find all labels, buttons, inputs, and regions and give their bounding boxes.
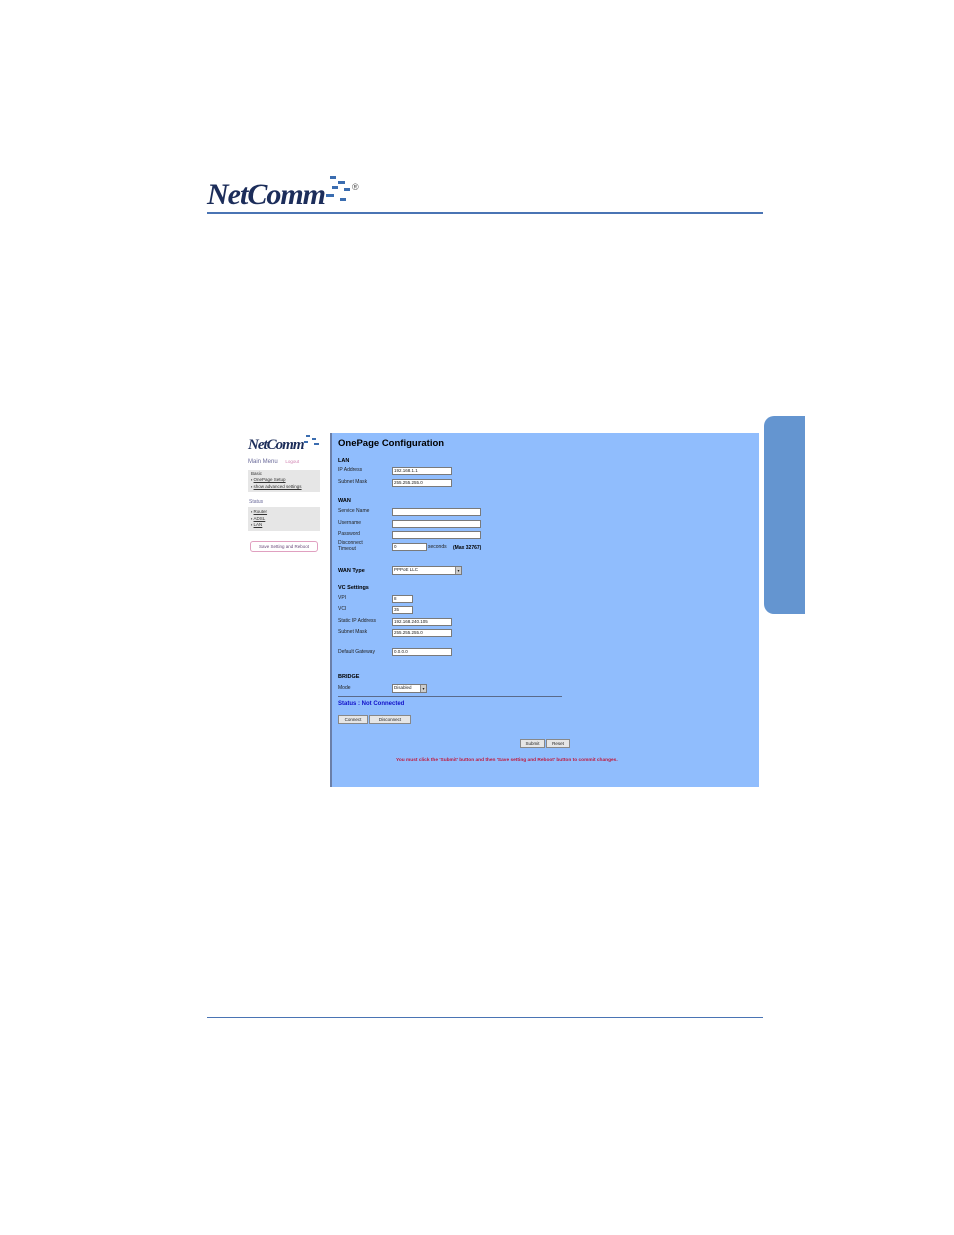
netcomm-logo: NetComm xyxy=(207,178,326,211)
service-name-input[interactable] xyxy=(392,508,481,516)
lan-ip-label: IP Address xyxy=(338,467,363,473)
nav-item-lan[interactable]: LAN xyxy=(251,522,320,529)
seconds-text: seconds xyxy=(428,544,447,550)
vpi-label: VPI xyxy=(338,595,347,601)
connect-button[interactable]: Connect xyxy=(338,715,368,724)
submit-button[interactable]: Submit xyxy=(520,739,545,748)
default-gateway-input[interactable]: 0.0.0.0 xyxy=(392,648,452,656)
save-and-reboot-button[interactable]: Save Setting and Reboot xyxy=(250,541,318,552)
reset-button[interactable]: Reset xyxy=(546,739,570,748)
bridge-mode-select[interactable]: Disabled ▾ xyxy=(392,684,427,693)
chapter-side-tab xyxy=(764,416,805,614)
status-menu-heading: Status xyxy=(249,499,264,505)
username-label: Username xyxy=(338,520,362,526)
lan-heading: LAN xyxy=(338,458,350,464)
section-divider xyxy=(338,696,562,697)
vc-settings-heading: VC Settings xyxy=(338,585,369,591)
max-timeout-note: (Max 32767) xyxy=(453,545,482,551)
wan-heading: WAN xyxy=(338,498,351,504)
logout-link[interactable]: Logout xyxy=(285,459,299,464)
username-input[interactable] xyxy=(392,520,481,528)
password-input[interactable] xyxy=(392,531,481,539)
service-name-label: Service Name xyxy=(338,508,370,514)
lan-ip-input[interactable]: 192.168.1.1 xyxy=(392,467,452,475)
basic-menu-header: Basic xyxy=(251,471,263,476)
static-ip-label: Static IP Address xyxy=(338,618,376,624)
router-nav-panel: NetComm Main Menu Logout Basic OnePage S… xyxy=(246,433,330,787)
nav-item-show-advanced[interactable]: show advanced settings xyxy=(251,484,320,491)
nav-logo-dots-graphic xyxy=(302,435,322,445)
wan-type-select[interactable]: PPPoE LLC ▾ xyxy=(392,566,462,575)
main-menu-heading: Main Menu Logout xyxy=(248,459,299,465)
vc-mask-label: Subnet Mask xyxy=(338,629,368,635)
bridge-mode-value: Disabled xyxy=(394,685,412,690)
password-label: Password xyxy=(338,531,360,537)
commit-changes-warning: You must click the 'Submit' button and t… xyxy=(396,758,618,763)
static-ip-input[interactable]: 192.168.240.105 xyxy=(392,618,452,626)
chevron-down-icon: ▾ xyxy=(455,567,461,574)
footer-rule xyxy=(207,1017,763,1018)
vci-label: VCI xyxy=(338,606,347,612)
registered-mark: ® xyxy=(352,182,359,192)
disconnect-button[interactable]: Disconnect xyxy=(369,715,411,724)
vpi-input[interactable]: 8 xyxy=(392,595,413,603)
connection-status: Status : Not Connected xyxy=(338,701,405,707)
lan-mask-input[interactable]: 255.255.255.0 xyxy=(392,479,452,487)
wan-type-label: WAN Type xyxy=(338,568,365,574)
wan-type-value: PPPoE LLC xyxy=(394,567,419,572)
disconnect-timeout-label: Disconnect Timeout xyxy=(338,540,363,552)
onepage-config-panel: OnePage Configuration LAN IP Address 192… xyxy=(330,433,759,787)
main-menu-label: Main Menu xyxy=(248,459,278,465)
chevron-down-icon: ▾ xyxy=(420,685,426,692)
header-rule xyxy=(207,212,763,214)
default-gateway-label: Default Gateway xyxy=(338,649,375,655)
nav-netcomm-logo: NetComm xyxy=(248,437,304,453)
basic-menu-box: Basic OnePage Setup show advanced settin… xyxy=(248,470,320,492)
bridge-mode-label: Mode xyxy=(338,685,351,691)
disconnect-timeout-input[interactable]: 0 xyxy=(392,543,427,551)
vc-mask-input[interactable]: 255.255.255.0 xyxy=(392,629,452,637)
page-title: OnePage Configuration xyxy=(338,438,445,449)
bridge-heading: BRIDGE xyxy=(338,674,360,680)
status-menu-box: Router ADSL LAN xyxy=(248,507,320,531)
lan-mask-label: Subnet Mask xyxy=(338,479,368,485)
vci-input[interactable]: 35 xyxy=(392,606,413,614)
